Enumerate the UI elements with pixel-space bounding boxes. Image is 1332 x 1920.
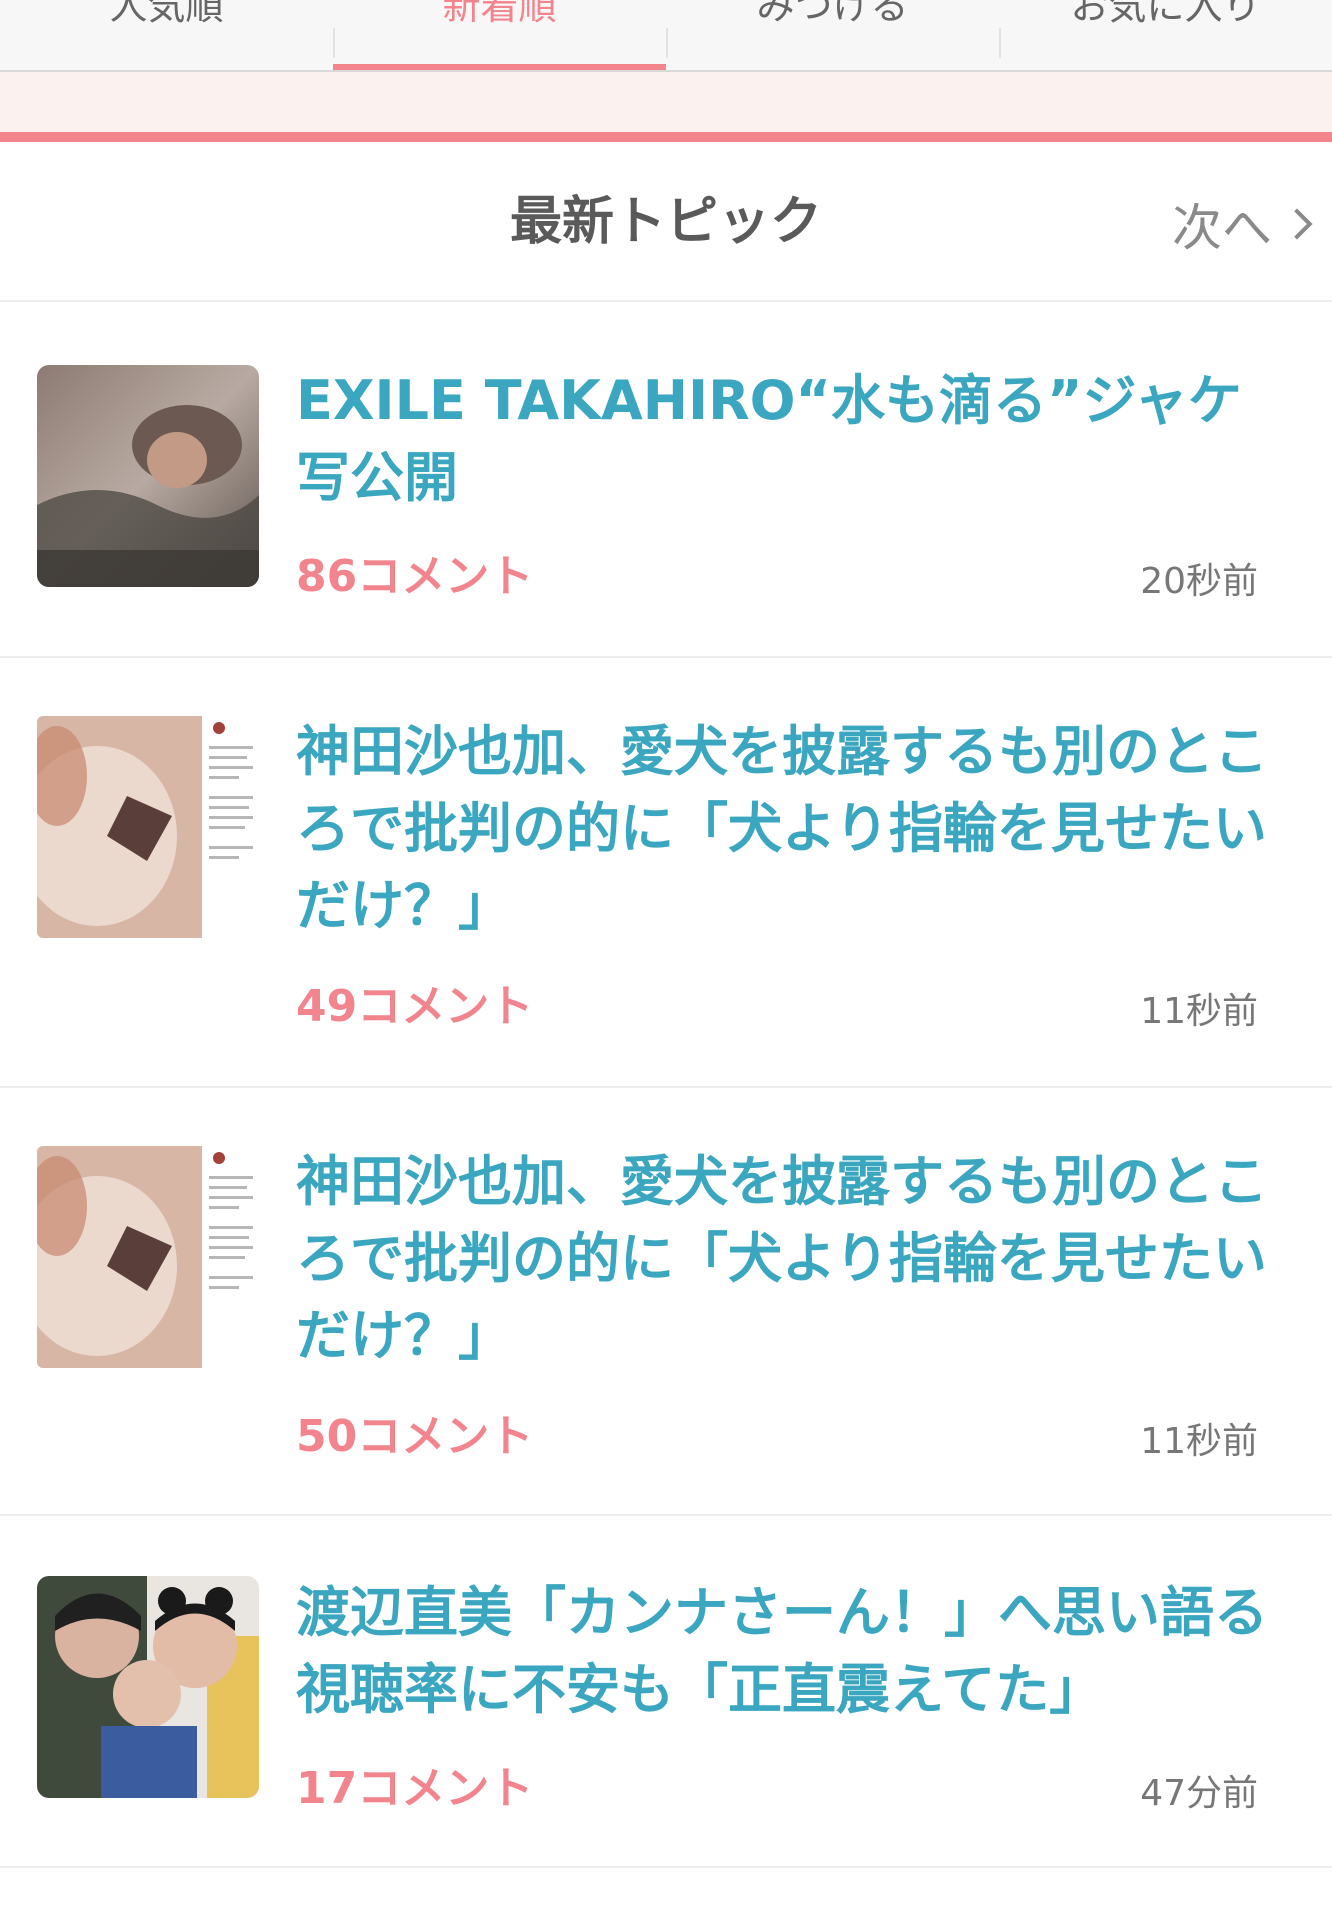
page-title: 最新トピック xyxy=(509,192,822,252)
comment-count: 86コメント xyxy=(296,551,534,602)
tab-label: 人気順 xyxy=(109,0,224,28)
tab-bar: 人気順 新着順 みつける お気に入り xyxy=(0,0,1332,72)
topic-title[interactable]: 神田沙也加、愛犬を披露するも別のところで批判の的に「犬より指輪を見せたいだけ？」 xyxy=(296,713,1272,944)
accent-line xyxy=(0,132,1332,142)
tab-discover[interactable]: みつける xyxy=(666,0,999,42)
topic-thumbnail[interactable] xyxy=(37,1576,259,1798)
timestamp: 47分前 xyxy=(1140,1773,1258,1814)
next-page-link[interactable]: 次へ xyxy=(1172,192,1313,257)
topic-title[interactable]: 渡辺直美「カンナさーん！」へ思い語る 視聴率に不安も「正直震えてた」 xyxy=(296,1574,1322,1728)
tab-label: 新着順 xyxy=(442,0,557,28)
active-tab-underline xyxy=(333,64,666,70)
topic-thumbnail[interactable] xyxy=(37,1146,259,1368)
tab-label: みつける xyxy=(756,0,909,28)
tab-favorites[interactable]: お気に入り xyxy=(999,0,1332,42)
tab-popular[interactable]: 人気順 xyxy=(0,0,333,42)
topic-title[interactable]: 神田沙也加、愛犬を披露するも別のところで批判の的に「犬より指輪を見せたいだけ？」 xyxy=(296,1143,1272,1374)
comment-count: 50コメント xyxy=(296,1411,534,1462)
list-end-space xyxy=(0,1868,1332,1920)
tab-newest[interactable]: 新着順 xyxy=(333,0,666,70)
tab-label: お気に入り xyxy=(1070,0,1261,28)
next-label: 次へ xyxy=(1172,199,1272,257)
timestamp: 20秒前 xyxy=(1140,561,1258,602)
topic-item[interactable]: 神田沙也加、愛犬を披露するも別のところで批判の的に「犬より指輪を見せたいだけ？」… xyxy=(0,658,1332,1088)
timestamp: 11秒前 xyxy=(1140,991,1258,1032)
topic-thumbnail[interactable] xyxy=(37,716,259,938)
timestamp: 11秒前 xyxy=(1140,1421,1258,1462)
topic-item[interactable]: 渡辺直美「カンナさーん！」へ思い語る 視聴率に不安も「正直震えてた」 17コメン… xyxy=(0,1516,1332,1868)
topic-item[interactable]: EXILE TAKAHIRO“水も滴る”ジャケ写公開 86コメント 20秒前 xyxy=(0,302,1332,658)
section-header: 最新トピック 次へ xyxy=(0,142,1332,302)
topic-item[interactable]: 神田沙也加、愛犬を披露するも別のところで批判の的に「犬より指輪を見せたいだけ？」… xyxy=(0,1088,1332,1516)
topic-thumbnail[interactable] xyxy=(37,365,259,587)
banner-band xyxy=(0,72,1332,132)
comment-count: 17コメント xyxy=(296,1763,534,1814)
topic-title[interactable]: EXILE TAKAHIRO“水も滴る”ジャケ写公開 xyxy=(296,362,1272,516)
chevron-right-icon xyxy=(1281,208,1313,240)
comment-count: 49コメント xyxy=(296,981,534,1032)
